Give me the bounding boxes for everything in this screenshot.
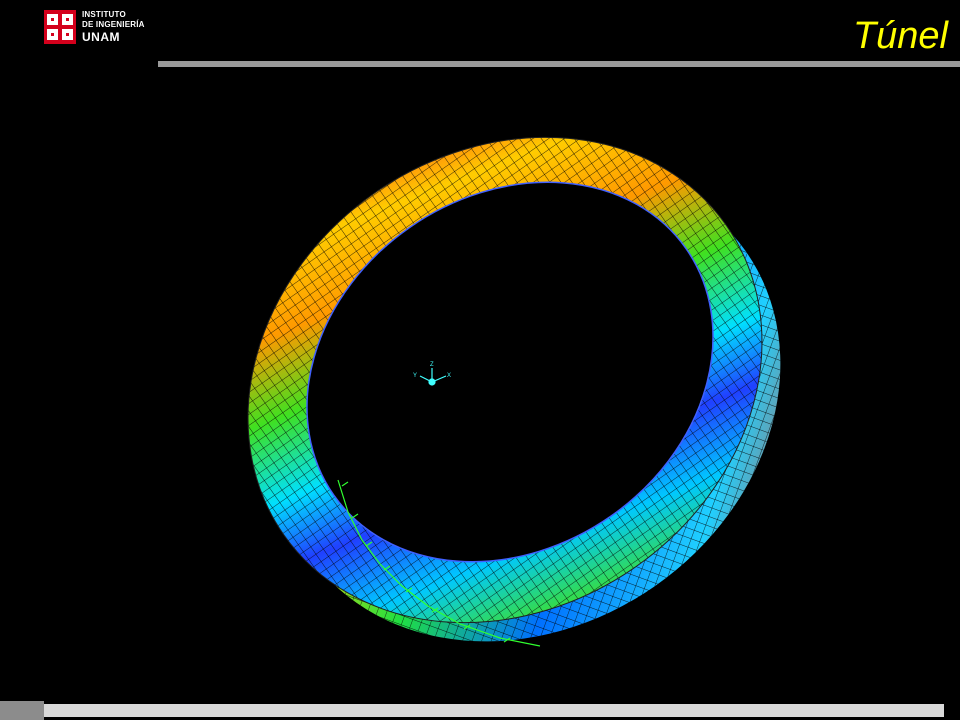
logo-wordmark: INSTITUTO DE INGENIERÍA UNAM — [82, 10, 145, 44]
tunnel-ring-model: Z Y X — [0, 72, 960, 692]
axis-label-z: Z — [430, 362, 434, 368]
axis-label-y: Y — [413, 373, 417, 379]
institute-logo: INSTITUTO DE INGENIERÍA UNAM — [44, 10, 174, 46]
axis-label-x: X — [447, 373, 451, 379]
footer-accent — [0, 701, 44, 720]
logo-line-unam: UNAM — [82, 30, 120, 44]
slide-footer-bar — [0, 701, 960, 720]
logo-line-instituto: INSTITUTO — [82, 10, 126, 19]
slide-header: INSTITUTO DE INGENIERÍA UNAM Túnel — [0, 0, 960, 72]
fem-tunnel-render: Z Y X — [0, 72, 960, 692]
header-divider — [158, 61, 960, 67]
slide-title: Túnel — [852, 15, 948, 57]
unam-logo-icon — [44, 10, 76, 44]
logo-line-ingenieria: DE INGENIERÍA — [82, 20, 145, 29]
footer-band — [44, 704, 944, 717]
